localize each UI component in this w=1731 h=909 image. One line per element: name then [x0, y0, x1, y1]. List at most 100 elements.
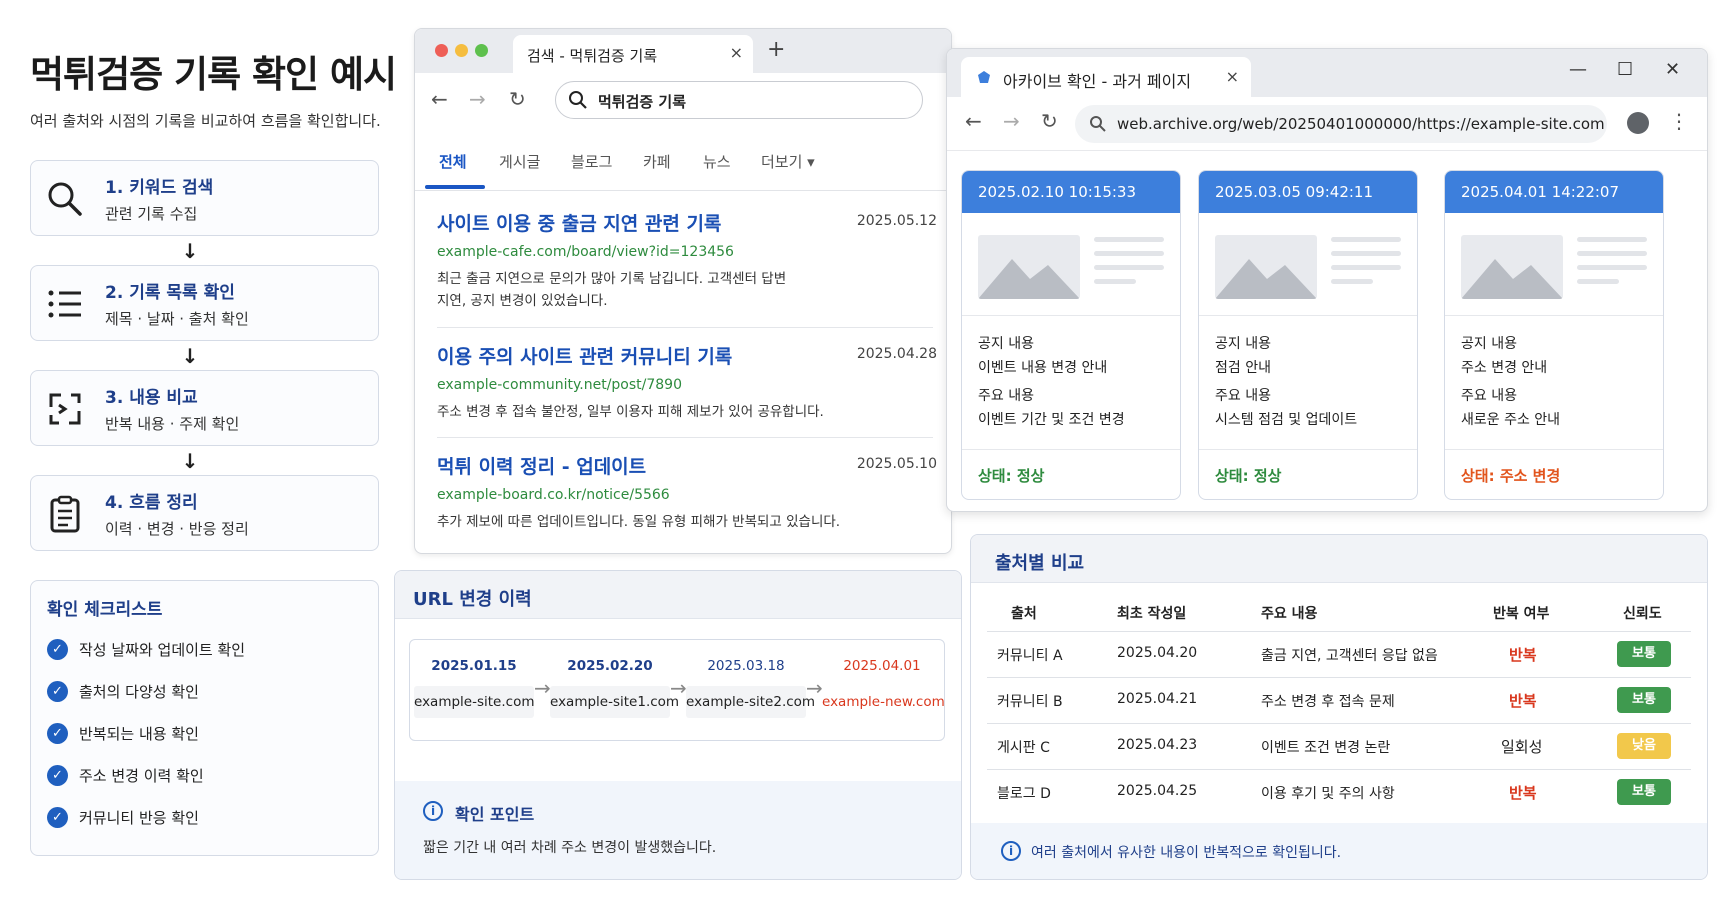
snapshot-card[interactable]: 2025.04.01 14:22:07 공지 내용 주소 변경 안내 주요 내용…	[1444, 170, 1664, 500]
check-icon: ✓	[47, 639, 68, 660]
down-arrow-icon: ↓	[181, 239, 199, 263]
url-value: example-site2.com	[686, 686, 815, 718]
tab-close-icon[interactable]: ×	[1226, 67, 1239, 86]
snapshot-card[interactable]: 2025.02.10 10:15:33 공지 내용 이벤트 내용 변경 안내 주…	[961, 170, 1181, 500]
search-icon	[569, 91, 587, 109]
snapshot-card[interactable]: 2025.03.05 09:42:11 공지 내용 점검 안내 주요 내용 시스…	[1198, 170, 1418, 500]
image-placeholder-icon	[978, 235, 1080, 299]
snapshot-value: 이벤트 내용 변경 안내	[978, 360, 1108, 376]
minimize-icon[interactable]: —	[1569, 59, 1587, 80]
tab-close-icon[interactable]: ×	[730, 43, 743, 62]
page-title: 먹튀검증 기록 확인 예시	[30, 53, 397, 96]
image-placeholder-icon	[1215, 235, 1317, 299]
search-input[interactable]: 먹튀검증 기록	[555, 81, 923, 119]
step-title: 1. 키워드 검색	[105, 178, 214, 198]
url-timeline: 2025.01.15 example-site.com → 2025.02.20…	[409, 639, 945, 741]
trust-badge: 보통	[1617, 687, 1671, 713]
step-title: 4. 흐름 정리	[105, 493, 198, 513]
back-icon[interactable]: ←	[431, 87, 448, 111]
snapshot-value: 시스템 점검 및 업데이트	[1215, 412, 1358, 428]
divider	[437, 327, 933, 328]
reload-icon[interactable]: ↻	[509, 87, 526, 111]
repeat-status: 반복	[1509, 692, 1537, 710]
search-query: 먹튀검증 기록	[598, 93, 687, 111]
tab-cafe[interactable]: 카페	[643, 151, 671, 172]
browser-tab[interactable]: 아카이브 확인 - 과거 페이지 ×	[961, 57, 1251, 97]
column-header: 최초 작성일	[1117, 606, 1187, 622]
search-result: 사이트 이용 중 출금 지연 관련 기록 2025.05.12 example-…	[437, 209, 937, 312]
tab-title: 아카이브 확인 - 과거 페이지	[1003, 72, 1192, 91]
forward-icon[interactable]: →	[1003, 109, 1020, 133]
result-url[interactable]: example-cafe.com/board/view?id=123456	[437, 244, 937, 260]
maximize-window-dot[interactable]	[475, 44, 488, 57]
snapshot-timestamp: 2025.03.05 09:42:11	[1199, 171, 1417, 213]
search-tabs: 전체 게시글 블로그 카페 뉴스 더보기 ▾	[415, 129, 951, 191]
archive-browser-window: 아카이브 확인 - 과거 페이지 × — ☐ ✕ ← → ↻ web.archi…	[946, 48, 1708, 512]
maximize-icon[interactable]: ☐	[1617, 59, 1633, 80]
url-value: example-site.com	[414, 686, 535, 718]
tab-title: 검색 - 먹튀검증 기록	[527, 47, 658, 65]
url-value: example-site1.com	[550, 686, 679, 718]
repeat-status: 반복	[1509, 646, 1537, 664]
step-keyword-search: 1. 키워드 검색 관련 기록 수집	[30, 160, 379, 236]
close-icon[interactable]: ✕	[1665, 59, 1680, 80]
result-url[interactable]: example-community.net/post/7890	[437, 377, 937, 393]
check-icon: ✓	[47, 681, 68, 702]
search-icon	[1090, 116, 1106, 132]
close-window-dot[interactable]	[435, 44, 448, 57]
step-desc: 제목 · 날짜 · 출처 확인	[105, 310, 249, 328]
tab-news[interactable]: 뉴스	[703, 151, 731, 172]
tab-posts[interactable]: 게시글	[499, 151, 540, 172]
snapshot-label: 주요 내용	[978, 388, 1034, 404]
text-placeholder	[1331, 237, 1401, 293]
snapshot-status: 상태: 정상	[1215, 467, 1282, 485]
menu-dots-icon[interactable]: ⋮	[1669, 109, 1689, 133]
note-text: 여러 출처에서 유사한 내용이 반복적으로 확인됩니다.	[1031, 845, 1342, 861]
column-header: 반복 여부	[1493, 606, 1550, 622]
result-date: 2025.05.10	[856, 456, 937, 472]
repeat-status: 일회성	[1501, 738, 1543, 756]
compare-icon	[49, 393, 81, 425]
right-arrow-icon: →	[534, 676, 551, 700]
snapshot-status: 상태: 정상	[978, 467, 1045, 485]
url-history-entry: 2025.01.15 example-site.com	[414, 640, 535, 740]
url-history-entry: 2025.03.18 example-site2.com	[686, 640, 815, 740]
snapshot-value: 주소 변경 안내	[1461, 360, 1548, 376]
new-tab-icon[interactable]: +	[767, 37, 785, 62]
source-note: i 여러 출처에서 유사한 내용이 반복적으로 확인됩니다.	[971, 823, 1707, 879]
trust-badge: 보통	[1617, 641, 1671, 667]
tab-bar: 검색 - 먹튀검증 기록 × +	[415, 29, 951, 73]
snapshot-label: 공지 내용	[1461, 336, 1517, 352]
url-date: 2025.03.18	[707, 658, 785, 674]
right-arrow-icon: →	[670, 676, 687, 700]
right-arrow-icon: →	[806, 676, 823, 700]
tab-blog[interactable]: 블로그	[571, 151, 612, 172]
repeat-status: 반복	[1509, 784, 1537, 802]
reload-icon[interactable]: ↻	[1041, 109, 1058, 133]
search-browser-window: 검색 - 먹튀검증 기록 × + ← → ↻ 먹튀검증 기록 전체 게시글 블로…	[414, 28, 952, 554]
address-bar[interactable]: web.archive.org/web/20250401000000/https…	[1075, 105, 1607, 143]
trust-badge: 낮음	[1617, 733, 1671, 759]
checklist-title: 확인 체크리스트	[47, 600, 163, 620]
result-url[interactable]: example-board.co.kr/notice/5566	[437, 487, 937, 503]
profile-icon[interactable]	[1627, 112, 1649, 134]
url-date: 2025.04.01	[843, 658, 921, 674]
step-compare: 3. 내용 비교 반복 내용 · 주제 확인	[30, 370, 379, 446]
minimize-window-dot[interactable]	[455, 44, 468, 57]
step-title: 3. 내용 비교	[105, 388, 198, 408]
check-icon: ✓	[47, 723, 68, 744]
step-desc: 반복 내용 · 주제 확인	[105, 415, 240, 433]
info-icon: i	[423, 801, 443, 821]
search-result: 이용 주의 사이트 관련 커뮤니티 기록 2025.04.28 example-…	[437, 342, 937, 423]
back-icon[interactable]: ←	[965, 109, 982, 133]
browser-tab[interactable]: 검색 - 먹튀검증 기록 ×	[513, 35, 753, 73]
step-desc: 이력 · 변경 · 반응 정리	[105, 520, 249, 538]
tab-all[interactable]: 전체	[439, 151, 467, 172]
tab-bar: 아카이브 확인 - 과거 페이지 × — ☐ ✕	[947, 49, 1707, 97]
check-icon: ✓	[47, 807, 68, 828]
active-tab-indicator	[425, 185, 485, 189]
forward-icon[interactable]: →	[469, 87, 486, 111]
trust-badge: 보통	[1617, 779, 1671, 805]
tab-more[interactable]: 더보기 ▾	[761, 151, 815, 172]
check-icon: ✓	[47, 765, 68, 786]
